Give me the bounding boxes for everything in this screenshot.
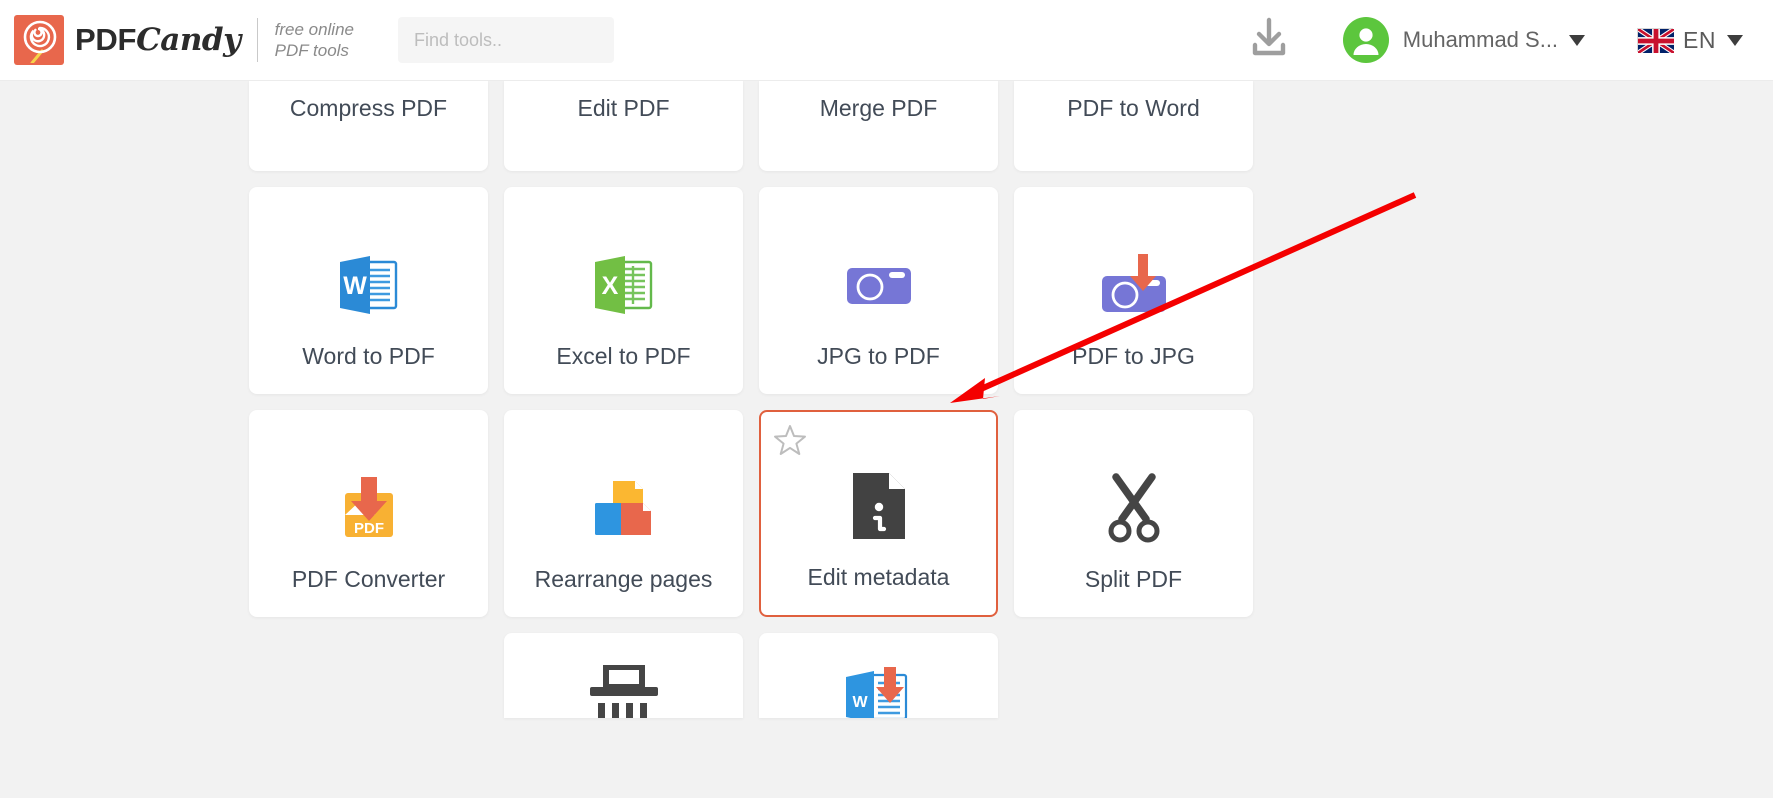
tile-label: Split PDF [1084,566,1183,592]
download-button[interactable] [1241,12,1297,68]
tool-tile-edit-pdf[interactable]: Edit PDF [504,81,743,171]
user-name-label: Muhammad S... [1402,27,1559,52]
search-container [398,17,614,63]
tool-tile-pdf-converter[interactable]: PDF PDF Converter [249,410,488,617]
word-document-icon: W [331,247,407,323]
tool-tile-jpg-to-pdf[interactable]: JPG to PDF [759,187,998,394]
brand-candy: Candy [136,22,241,58]
tools-row: W Word to PDF X Excel to PDF JPG to PDF … [249,187,1254,410]
svg-text:W: W [343,272,367,300]
avatar [1342,17,1389,63]
download-icon [1249,17,1289,64]
brand-logo[interactable]: PDFCandy free online PDF tools [14,15,354,65]
page-root: PDFCandy free online PDF tools Find tool… [0,0,1773,798]
tile-label: PDF to Word [1067,95,1200,121]
tools-row: W [249,633,1254,734]
tool-tile-pdf-to-jpg[interactable]: PDF to JPG [1014,187,1253,394]
tool-tile-merge-pdf[interactable]: Merge PDF [759,81,998,171]
user-menu[interactable]: Muhammad S... [1342,17,1586,63]
tile-label: Rearrange pages [534,566,713,592]
word-download-icon: W [841,665,917,718]
brand-tagline: free online PDF tools [275,19,354,61]
language-code-label: EN [1683,26,1716,53]
svg-text:W: W [852,694,868,711]
shredder-icon [586,665,662,718]
tile-label: Edit metadata [807,564,950,590]
tile-label: PDF to JPG [1072,343,1195,369]
brand-divider [256,18,258,62]
tile-label: Excel to PDF [556,343,691,369]
app-header: PDFCandy free online PDF tools Find tool… [0,0,1773,81]
tool-tile-word-to-pdf[interactable]: W Word to PDF [249,187,488,394]
favorite-star-icon[interactable] [773,423,807,457]
tool-tile-split-pdf[interactable]: Split PDF [1014,410,1253,617]
search-input[interactable] [398,17,614,63]
tile-label: Edit PDF [577,95,670,121]
tile-label: Compress PDF [289,95,448,121]
pdf-download-box-icon: PDF [331,470,407,546]
tool-tile-shredder[interactable] [504,633,743,718]
language-selector[interactable]: EN [1636,26,1743,55]
tool-tile-edit-metadata[interactable]: Edit metadata [759,410,998,617]
camera-icon [841,247,917,323]
tools-grid: Compress PDF Edit PDF Merge PDF PDF to W… [249,81,1254,734]
rearrange-pages-icon [586,470,662,546]
scissors-icon [1096,470,1172,546]
tools-row: PDF PDF Converter Rearrange pages Edit m… [249,410,1254,633]
header-actions: Muhammad S... EN [1241,12,1743,68]
brand-name: PDFCandy [75,22,241,58]
tile-label: PDF Converter [291,566,446,592]
lollipop-spiral-icon [14,15,64,65]
uk-flag-icon [1636,27,1676,55]
chevron-down-icon [1569,34,1586,46]
tile-label: Word to PDF [302,343,435,369]
camera-download-icon [1096,247,1172,323]
svg-text:X: X [601,272,618,300]
tile-label: JPG to PDF [817,343,940,369]
tool-tile-word-download[interactable]: W [759,633,998,718]
document-info-icon [841,468,917,544]
brand-pdf: PDF [75,22,137,57]
chevron-down-icon [1727,34,1743,46]
tool-tile-rearrange-pages[interactable]: Rearrange pages [504,410,743,617]
excel-document-icon: X [586,247,662,323]
tool-tile-excel-to-pdf[interactable]: X Excel to PDF [504,187,743,394]
tagline-line-1: free online [274,20,354,39]
svg-text:PDF: PDF [354,520,384,537]
tools-row: Compress PDF Edit PDF Merge PDF PDF to W… [249,81,1254,187]
tool-tile-pdf-to-word[interactable]: PDF to Word [1014,81,1253,171]
grid-spacer [249,633,488,734]
tile-label: Merge PDF [819,95,938,121]
tagline-line-2: PDF tools [274,41,349,60]
tool-tile-compress-pdf[interactable]: Compress PDF [249,81,488,171]
